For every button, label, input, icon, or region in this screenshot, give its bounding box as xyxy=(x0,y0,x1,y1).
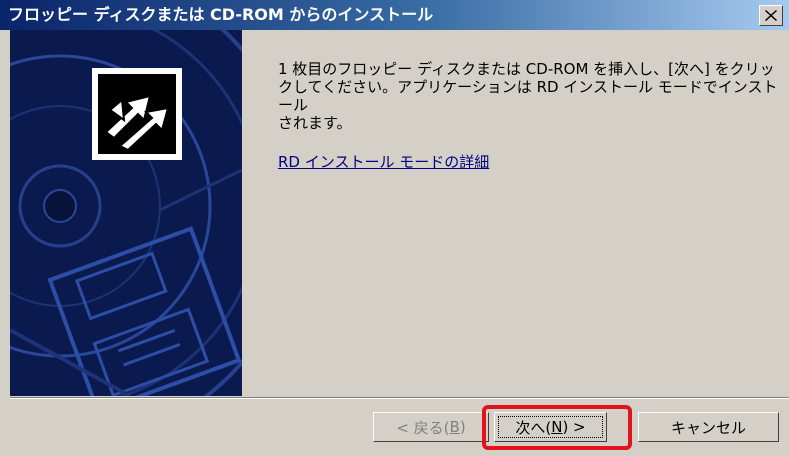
close-button[interactable] xyxy=(759,5,783,26)
back-button-label: < 戻る( xyxy=(396,418,450,437)
wizard-sidebar-graphic xyxy=(10,30,242,396)
instruction-line: されます。 xyxy=(278,114,352,132)
cancel-button[interactable]: キャンセル xyxy=(638,412,779,442)
cd-disc-graphic xyxy=(10,30,242,396)
title-bar[interactable]: フロッピー ディスクまたは CD-ROM からのインストール xyxy=(0,0,789,30)
back-button[interactable]: < 戻る(B) xyxy=(373,412,489,442)
instruction-text: 1 枚目のフロッピー ディスクまたは CD-ROM を挿入し、[次へ] をクリッ… xyxy=(278,60,778,132)
back-button-accel: B xyxy=(449,418,460,436)
next-button-accel: N xyxy=(551,418,563,436)
back-button-suffix: ) xyxy=(459,418,466,436)
next-button[interactable]: 次へ(N) > xyxy=(494,412,607,442)
button-separator xyxy=(10,397,789,399)
next-button-label: 次へ( xyxy=(515,418,552,437)
instruction-line: 1 枚目のフロッピー ディスクまたは CD-ROM を挿入し、[次へ] をクリッ xyxy=(278,60,775,78)
rd-install-mode-details-link[interactable]: RD インストール モードの詳細 xyxy=(278,151,489,172)
window-title: フロッピー ディスクまたは CD-ROM からのインストール xyxy=(8,5,434,24)
next-button-suffix: ) > xyxy=(562,418,586,436)
close-icon xyxy=(765,10,777,21)
install-wizard-icon xyxy=(92,68,182,160)
install-dialog: フロッピー ディスクまたは CD-ROM からのインストール 1 枚目のフロッピ… xyxy=(0,0,789,456)
cancel-button-label: キャンセル xyxy=(670,418,746,437)
instruction-line: クしてください。アプリケーションは RD インストール モードでインストール xyxy=(278,78,778,114)
